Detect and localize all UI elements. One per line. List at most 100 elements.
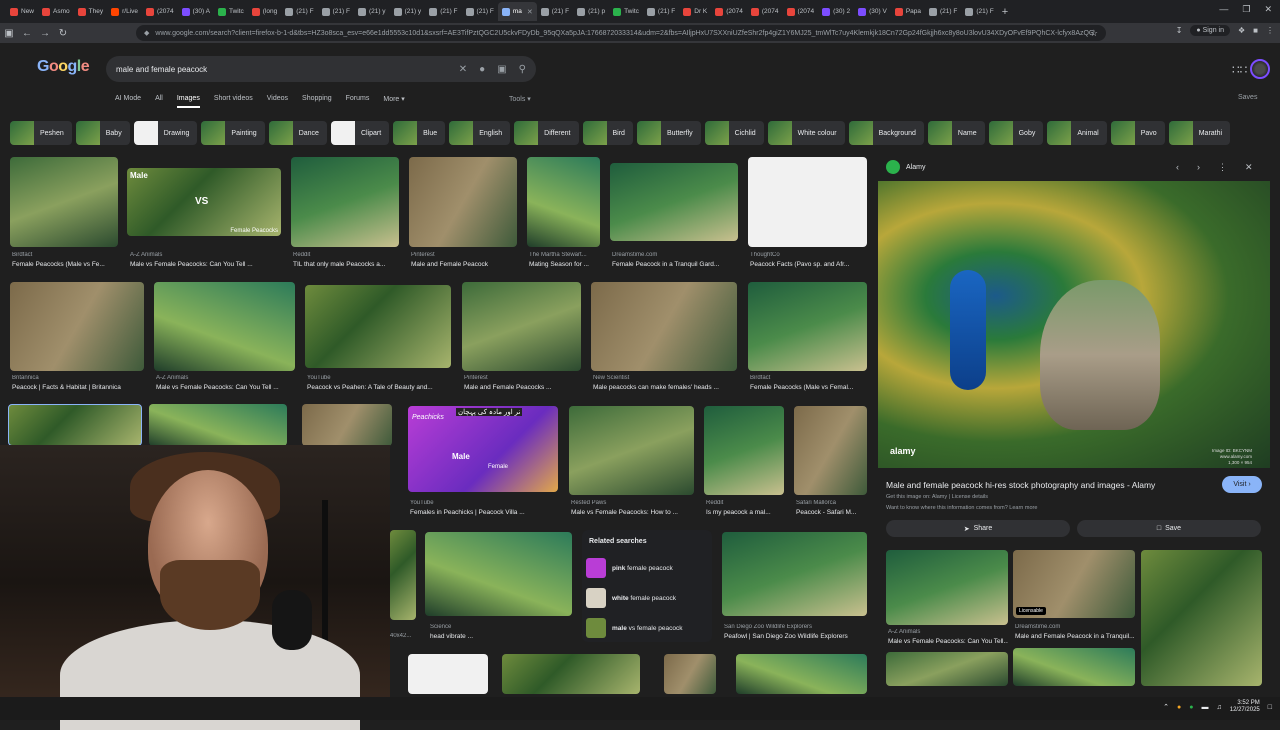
- tray-app-icon[interactable]: ●: [1189, 704, 1193, 711]
- profile-icon[interactable]: ■: [1253, 26, 1258, 35]
- clock[interactable]: 3:52 PM 12/27/2025: [1230, 700, 1260, 714]
- result-image[interactable]: [704, 406, 784, 495]
- minimize-icon[interactable]: —: [1219, 4, 1228, 15]
- result-image[interactable]: [462, 282, 581, 371]
- refinement-chip[interactable]: Baby: [75, 121, 130, 145]
- extensions-icon[interactable]: ❖: [1238, 26, 1245, 35]
- apps-grid-icon[interactable]: ∷∷: [1232, 63, 1247, 77]
- related-image[interactable]: [886, 550, 1008, 625]
- result-image[interactable]: [502, 654, 640, 694]
- refinement-chip[interactable]: White colour: [767, 121, 845, 145]
- next-icon[interactable]: ›: [1197, 162, 1200, 173]
- tools-button[interactable]: Tools ▾: [509, 95, 531, 103]
- result-image[interactable]: [390, 530, 416, 620]
- related-source[interactable]: Dreamstime.com: [1015, 624, 1135, 630]
- tab-ai-mode[interactable]: AI Mode: [115, 95, 141, 108]
- refinement-chip[interactable]: Animal: [1047, 121, 1107, 145]
- result-image[interactable]: [569, 406, 694, 495]
- refinement-chip[interactable]: Painting: [201, 121, 265, 145]
- refinement-chip[interactable]: Butterfly: [636, 121, 701, 145]
- visit-button[interactable]: Visit ›: [1222, 476, 1262, 493]
- result-title[interactable]: Peacock Facts (Pavo sp. and Afr...: [750, 261, 867, 268]
- tray-app-icon[interactable]: ●: [1177, 704, 1181, 711]
- browser-tab[interactable]: (21) F: [318, 2, 354, 21]
- browser-tab[interactable]: (2074: [783, 2, 819, 21]
- tab-videos[interactable]: Videos: [267, 95, 288, 108]
- share-button[interactable]: ➤ Share: [886, 520, 1070, 537]
- result-image[interactable]: [527, 157, 600, 247]
- result-source[interactable]: Birdfact: [750, 375, 867, 381]
- notifications-icon[interactable]: □: [1268, 704, 1272, 711]
- result-image[interactable]: [305, 285, 451, 368]
- result-source[interactable]: San Diego Zoo Wildlife Explorers: [724, 624, 869, 630]
- forward-icon[interactable]: →: [36, 28, 54, 39]
- related-image[interactable]: [1141, 550, 1262, 686]
- close-window-icon[interactable]: ✕: [1264, 4, 1272, 15]
- result-title[interactable]: Female Peacock in a Tranquil Gard...: [612, 261, 738, 268]
- result-source[interactable]: Rested Paws: [571, 500, 696, 506]
- google-logo[interactable]: Google: [37, 58, 90, 76]
- result-title[interactable]: Is my peacock a mal...: [706, 509, 786, 516]
- browser-tab[interactable]: (30) 2: [818, 2, 854, 21]
- result-title[interactable]: Male vs Female Peacocks: How to ...: [571, 509, 696, 516]
- result-image[interactable]: [409, 157, 517, 247]
- browser-tab[interactable]: (2074: [747, 2, 783, 21]
- tray-chevron-icon[interactable]: ⌃: [1163, 703, 1169, 711]
- related-image[interactable]: Licensable: [1013, 550, 1135, 618]
- result-title[interactable]: Females in Peachicks | Peacock Villa ...: [410, 509, 560, 516]
- result-image[interactable]: [610, 163, 738, 241]
- result-title[interactable]: Male peacocks can make females' heads ..…: [593, 384, 737, 391]
- browser-tab[interactable]: (21) F: [462, 2, 498, 21]
- search-icon[interactable]: ⚲: [519, 64, 526, 75]
- browser-tab[interactable]: (long: [248, 2, 281, 21]
- restore-icon[interactable]: ❐: [1242, 4, 1250, 15]
- result-source[interactable]: YouTube: [410, 500, 560, 506]
- result-source[interactable]: Britannica: [12, 375, 144, 381]
- result-source[interactable]: Pinterest: [411, 252, 517, 258]
- mic-icon[interactable]: ●: [479, 64, 485, 75]
- browser-tab[interactable]: r/Live: [107, 2, 142, 21]
- result-source[interactable]: Reddit: [293, 252, 399, 258]
- browser-tab[interactable]: (21) y: [390, 2, 426, 21]
- refinement-chip[interactable]: Cichlid: [704, 121, 764, 145]
- related-source[interactable]: A-Z Animals: [888, 629, 1008, 635]
- result-image[interactable]: [722, 532, 867, 616]
- avatar[interactable]: [1250, 59, 1270, 79]
- new-tab-icon[interactable]: +: [1002, 6, 1008, 18]
- result-image[interactable]: [291, 157, 399, 247]
- result-image[interactable]: نر اور مادہ کی پہچان Peachicks Male Fema…: [408, 406, 558, 492]
- browser-tab[interactable]: (21) F: [925, 2, 961, 21]
- save-button[interactable]: □ Save: [1077, 520, 1261, 537]
- result-image[interactable]: [748, 157, 867, 247]
- sidebar-icon[interactable]: ▣: [0, 28, 18, 39]
- browser-tab[interactable]: (21) y: [354, 2, 390, 21]
- result-title[interactable]: Peacock - Safari M...: [796, 509, 868, 516]
- related-title[interactable]: Male vs Female Peacocks: Can You Tell...: [888, 638, 1008, 645]
- sign-in-button[interactable]: ● Sign in: [1190, 25, 1230, 36]
- browser-tab[interactable]: ma ✕: [497, 2, 537, 21]
- related-search-item[interactable]: pink female peacock: [586, 558, 673, 578]
- refinement-chip[interactable]: Drawing: [133, 121, 198, 145]
- result-image[interactable]: [149, 404, 287, 446]
- browser-tab[interactable]: (21) F: [961, 2, 997, 21]
- browser-tab[interactable]: (21) F: [537, 2, 573, 21]
- result-image[interactable]: [748, 282, 867, 371]
- browser-tab[interactable]: (21) p: [573, 2, 609, 21]
- result-title[interactable]: Peacock | Facts & Habitat | Britannica: [12, 384, 144, 391]
- result-image[interactable]: [10, 157, 118, 247]
- browser-tab[interactable]: (21) F: [425, 2, 461, 21]
- refinement-chip[interactable]: Background: [848, 121, 924, 145]
- refinement-chip[interactable]: Pavo: [1110, 121, 1165, 145]
- browser-tab[interactable]: They: [74, 2, 107, 21]
- back-icon[interactable]: ←: [18, 28, 36, 39]
- related-image[interactable]: [886, 652, 1008, 686]
- address-bar[interactable]: ◆ www.google.com/search?client=firefox-b…: [136, 25, 1106, 41]
- result-source[interactable]: YouTube: [307, 375, 457, 381]
- bookmark-star-icon[interactable]: ☆: [1090, 28, 1098, 39]
- result-image[interactable]: [794, 406, 867, 495]
- result-title[interactable]: Female Peacocks (Male vs Femal...: [750, 384, 867, 391]
- browser-tab[interactable]: (21) F: [643, 2, 679, 21]
- result-title[interactable]: Peafowl | San Diego Zoo Wildlife Explore…: [724, 633, 869, 640]
- refinement-chip[interactable]: Different: [514, 121, 579, 145]
- result-image[interactable]: [8, 404, 142, 446]
